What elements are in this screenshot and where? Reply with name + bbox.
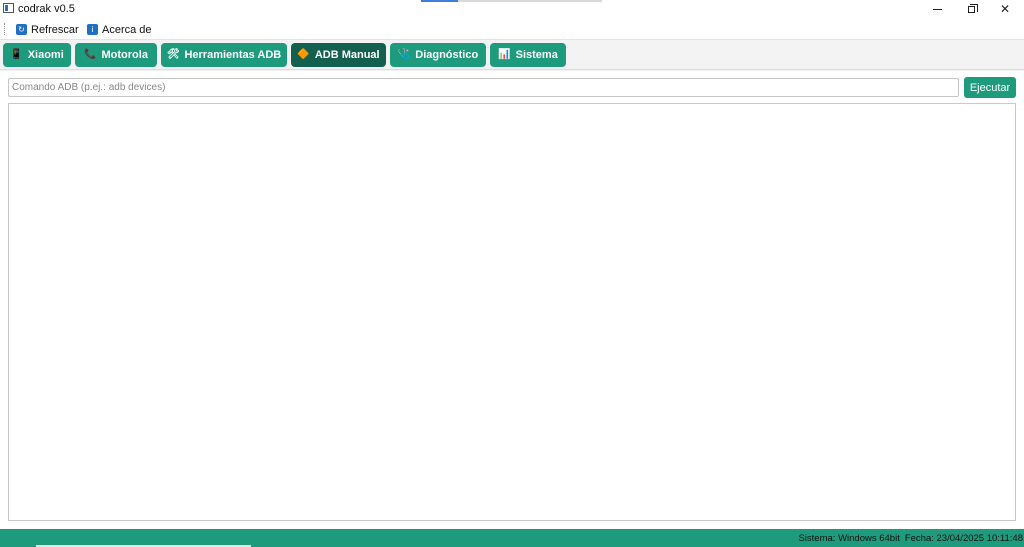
tab-label: Herramientas ADB (184, 49, 282, 61)
tab-label: ADB Manual (314, 49, 380, 61)
close-button[interactable]: ✕ (989, 0, 1021, 18)
system-info: Sistema: Windows 64bit (798, 533, 900, 544)
execute-button[interactable]: Ejecutar (964, 77, 1016, 98)
refresh-label: Refrescar (31, 23, 79, 36)
tools-icon: 🛠 (166, 49, 180, 60)
taskbar-accent-line-gray (458, 0, 602, 2)
adb-manual-panel: Ejecutar (0, 71, 1024, 529)
command-output-area[interactable] (8, 103, 1016, 521)
tab-herramientas-adb[interactable]: 🛠 Herramientas ADB (161, 43, 287, 67)
date-info: Fecha: 23/04/2025 10:11:48 (904, 533, 1023, 544)
refresh-menu-item[interactable]: ↻ Refrescar (16, 21, 79, 38)
status-text: Sistema: Windows 64bit Fecha: 23/04/2025… (798, 533, 1023, 544)
tab-bar: 📱 Xiaomi 📞 Motorola 🛠 Herramientas ADB 🔶… (0, 40, 1024, 70)
toolbar-grip[interactable] (4, 23, 7, 35)
tab-sistema[interactable]: 📊 Sistema (490, 43, 566, 67)
refresh-icon: ↻ (16, 24, 27, 35)
bar-chart-icon: 📊 (498, 49, 511, 60)
hexagon-icon: 🔶 (297, 49, 310, 60)
window-title: codrak v0.5 (18, 3, 75, 15)
tab-adb-manual[interactable]: 🔶 ADB Manual (291, 43, 386, 67)
taskbar-accent-line (421, 0, 458, 2)
tab-diagnostico[interactable]: 🩺 Diagnóstico (390, 43, 486, 67)
restore-icon (967, 3, 978, 13)
title-bar: codrak v0.5 ✕ (0, 0, 1024, 18)
adb-command-input[interactable] (8, 78, 959, 97)
tab-label: Diagnóstico (415, 49, 479, 61)
about-label: Acerca de (102, 23, 152, 36)
tab-label: Sistema (515, 49, 558, 61)
app-icon (3, 3, 14, 13)
info-icon: i (87, 24, 98, 35)
tab-label: Motorola (101, 49, 148, 61)
minimize-button[interactable] (921, 0, 953, 18)
menu-bar: ↻ Refrescar i Acerca de (0, 18, 1024, 40)
about-menu-item[interactable]: i Acerca de (87, 21, 152, 38)
tab-xiaomi[interactable]: 📱 Xiaomi (3, 43, 71, 67)
phone-icon: 📱 (10, 49, 23, 60)
tab-motorola[interactable]: 📞 Motorola (75, 43, 157, 67)
status-bar: Sistema: Windows 64bit Fecha: 23/04/2025… (0, 529, 1024, 547)
stethoscope-icon: 🩺 (397, 49, 411, 60)
tab-label: Xiaomi (27, 49, 64, 61)
maximize-button[interactable] (955, 0, 987, 18)
telephone-receiver-icon: 📞 (84, 49, 97, 60)
